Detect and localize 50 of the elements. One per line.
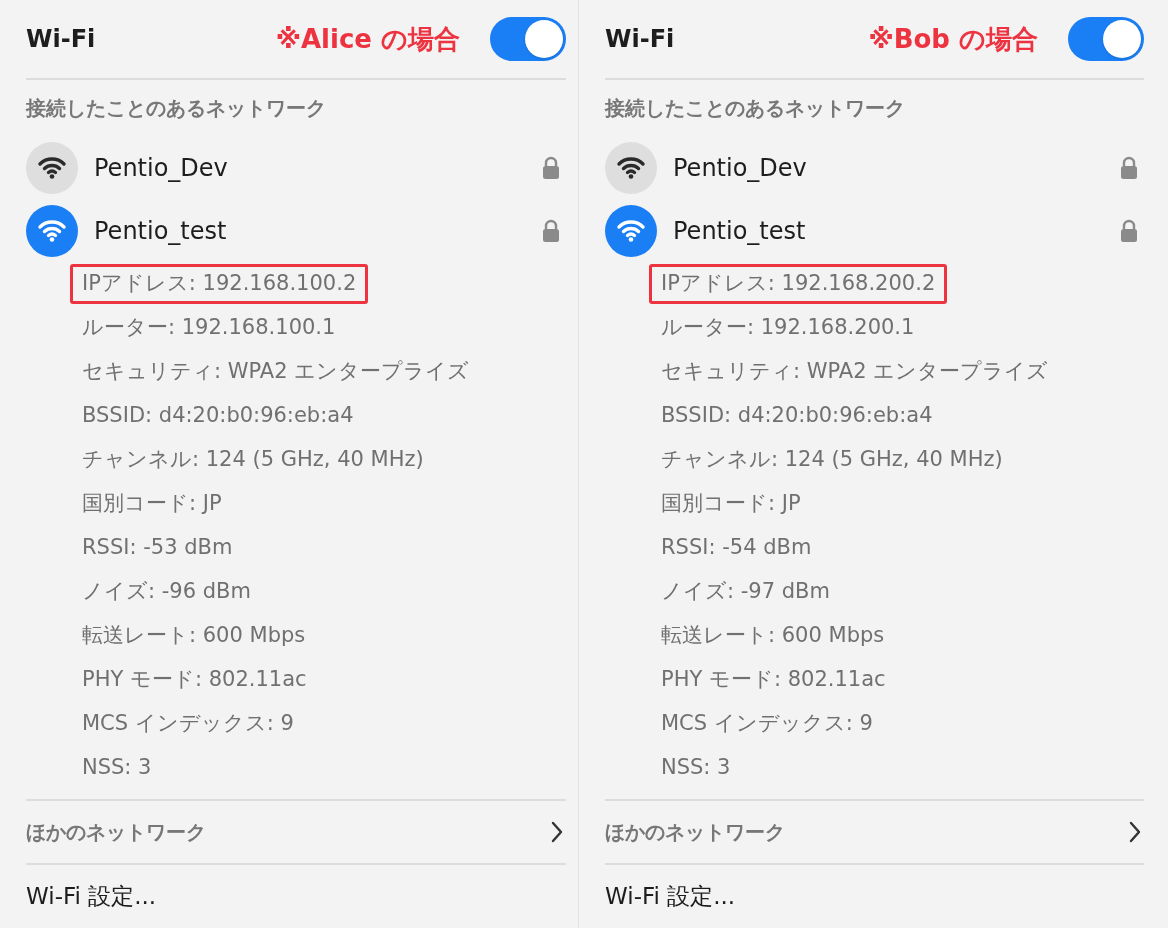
network-item[interactable]: Pentio_Dev (605, 136, 1144, 199)
panel-title: Wi-Fi (26, 24, 96, 55)
network-item[interactable]: Pentio_test (26, 199, 566, 262)
detail-text: ノイズ: -96 dBm (82, 578, 251, 606)
lock-icon (542, 155, 560, 180)
chevron-right-icon (550, 821, 564, 843)
detail-text: PHY モード: 802.11ac (661, 666, 886, 694)
network-name: Pentio_test (673, 215, 807, 247)
chevron-right-icon (1128, 821, 1142, 843)
detail-text: NSS: 3 (661, 754, 731, 782)
lock-icon (1120, 155, 1138, 180)
detail-text: チャンネル: 124 (5 GHz, 40 MHz) (661, 446, 1003, 474)
network-item[interactable]: Pentio_test (605, 199, 1144, 262)
detail-text: BSSID: d4:20:b0:96:eb:a4 (82, 402, 354, 430)
other-networks-label[interactable]: ほかのネットワーク (605, 817, 785, 847)
detail-text: セキュリティ: WPA2 エンタープライズ (661, 358, 1049, 386)
network-item[interactable]: Pentio_Dev (26, 136, 566, 199)
annotation: ※Alice の場合 (275, 22, 460, 56)
detail-text: セキュリティ: WPA2 エンタープライズ (82, 358, 470, 386)
detail-text: 国別コード: JP (82, 490, 222, 518)
detail-text: ノイズ: -97 dBm (661, 578, 830, 606)
section-label: 接続したことのあるネットワーク (605, 95, 905, 122)
section-label: 接続したことのあるネットワーク (26, 95, 326, 122)
detail-text: ルーター: 192.168.200.1 (661, 314, 915, 342)
other-networks-label[interactable]: ほかのネットワーク (26, 817, 206, 847)
detail-text: 転送レート: 600 Mbps (82, 622, 306, 650)
lock-icon (1120, 218, 1138, 243)
wifi-toggle[interactable] (1068, 17, 1144, 61)
wifi-settings-link[interactable]: Wi-Fi 設定... (605, 879, 736, 914)
detail-text: MCS インデックス: 9 (661, 710, 873, 738)
network-name: Pentio_Dev (94, 152, 229, 184)
detail-text: IPアドレス: 192.168.200.2 (649, 264, 948, 304)
network-name: Pentio_Dev (673, 152, 808, 184)
detail-text: NSS: 3 (82, 754, 152, 782)
detail-text: PHY モード: 802.11ac (82, 666, 307, 694)
detail-text: 国別コード: JP (661, 490, 801, 518)
lock-icon (542, 218, 560, 243)
detail-text: MCS インデックス: 9 (82, 710, 294, 738)
network-name: Pentio_test (94, 215, 228, 247)
detail-text: IPアドレス: 192.168.100.2 (70, 264, 369, 304)
detail-text: ルーター: 192.168.100.1 (82, 314, 336, 342)
detail-text: BSSID: d4:20:b0:96:eb:a4 (661, 402, 933, 430)
annotation: ※Bob の場合 (868, 22, 1038, 56)
detail-text: RSSI: -54 dBm (661, 534, 812, 562)
detail-text: RSSI: -53 dBm (82, 534, 233, 562)
panel-title: Wi-Fi (605, 24, 675, 55)
wifi-settings-link[interactable]: Wi-Fi 設定... (26, 879, 157, 914)
detail-text: 転送レート: 600 Mbps (661, 622, 885, 650)
wifi-toggle[interactable] (490, 17, 566, 61)
detail-text: チャンネル: 124 (5 GHz, 40 MHz) (82, 446, 424, 474)
